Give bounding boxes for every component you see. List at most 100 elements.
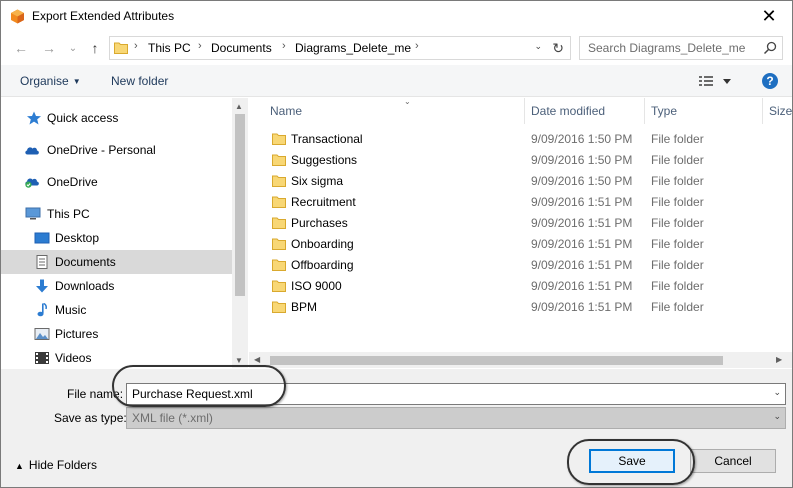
caret-down-icon: ▼ (72, 77, 81, 86)
search-input[interactable] (580, 37, 760, 59)
column-header-name[interactable]: ⌄ Name (264, 98, 525, 124)
view-options-icon[interactable] (698, 73, 738, 91)
nav-item-downloads[interactable]: Downloads (1, 274, 232, 298)
caret-up-icon: ▲ (15, 461, 24, 471)
scroll-left-icon[interactable]: ◀ (254, 355, 260, 364)
breadcrumb-separator: › (415, 40, 419, 52)
search-icon[interactable] (763, 41, 777, 55)
file-type: File folder (651, 237, 704, 251)
nav-item-onedrive[interactable]: OneDrive (1, 170, 232, 194)
help-button[interactable]: ? (762, 73, 778, 89)
file-row[interactable]: BPM 9/09/2016 1:51 PM File folder (249, 297, 792, 318)
file-name-label: File name: (67, 387, 124, 401)
back-arrow-icon: ← (14, 40, 28, 56)
cube-icon (11, 9, 24, 24)
file-row[interactable]: Suggestions 9/09/2016 1:50 PM File folder (249, 150, 792, 171)
file-name: Suggestions (291, 153, 358, 167)
file-row[interactable]: Onboarding 9/09/2016 1:51 PM File folder (249, 234, 792, 255)
up-button[interactable]: ↑ (85, 38, 105, 58)
folder-icon (272, 259, 286, 271)
column-header-size[interactable]: Size (763, 98, 792, 124)
music-icon (37, 303, 47, 317)
chevron-down-icon[interactable]: ⌄ (773, 411, 781, 422)
column-header-date[interactable]: Date modified (525, 98, 645, 124)
scrollbar-thumb[interactable] (235, 114, 245, 296)
nav-item-music[interactable]: Music (1, 298, 232, 322)
nav-item-videos[interactable]: Videos (1, 346, 232, 368)
nav-item-onedrive-personal[interactable]: OneDrive - Personal (1, 138, 232, 162)
address-bar[interactable]: › This PC › Documents › Diagrams_Delete_… (109, 36, 571, 60)
forward-arrow-icon: → (42, 40, 56, 56)
address-dropdown-icon[interactable]: ⌄ (534, 41, 542, 52)
organise-button[interactable]: Organise ▼ (20, 74, 81, 88)
scroll-down-icon[interactable]: ▼ (235, 356, 243, 365)
close-button[interactable]: ✕ (746, 1, 792, 32)
nav-item-quick-access[interactable]: Quick access (1, 106, 232, 130)
save-as-type-label: Save as type: (54, 411, 127, 425)
file-row[interactable]: ISO 9000 9/09/2016 1:51 PM File folder (249, 276, 792, 297)
back-button[interactable]: ← (11, 38, 31, 58)
nav-item-label: Quick access (47, 111, 119, 125)
download-icon (36, 279, 48, 293)
save-button[interactable]: Save (589, 449, 675, 473)
file-name-combo: ⌄ (126, 383, 786, 405)
breadcrumb-documents[interactable]: Documents (211, 41, 272, 55)
close-icon: ✕ (761, 6, 777, 26)
scrollbar-thumb[interactable] (270, 356, 723, 365)
breadcrumb-diagrams-delete-me[interactable]: Diagrams_Delete_me (295, 41, 411, 55)
organise-label: Organise (20, 74, 69, 88)
nav-item-documents[interactable]: Documents (1, 250, 232, 274)
hide-folders-label: Hide Folders (28, 458, 97, 472)
folder-icon (272, 154, 286, 166)
file-row[interactable]: Offboarding 9/09/2016 1:51 PM File folder (249, 255, 792, 276)
file-row[interactable]: Transactional 9/09/2016 1:50 PM File folde… (249, 129, 792, 150)
cancel-button[interactable]: Cancel (690, 449, 776, 473)
file-date: 9/09/2016 1:50 PM (531, 174, 633, 188)
hide-folders-button[interactable]: ▲ Hide Folders (15, 458, 97, 472)
file-name: Recruitment (291, 195, 356, 209)
nav-pane-scrollbar[interactable]: ▲ ▼ (232, 98, 248, 368)
file-row[interactable]: Purchases 9/09/2016 1:51 PM File folder (249, 213, 792, 234)
breadcrumb-this-pc[interactable]: This PC (148, 41, 191, 55)
save-dialog: Export Extended Attributes ✕ ← → ⌄ ↑ › T… (0, 0, 793, 488)
file-date: 9/09/2016 1:51 PM (531, 300, 633, 314)
folder-icon (114, 42, 128, 54)
breadcrumb-separator: › (134, 40, 138, 52)
refresh-icon[interactable]: ↻ (552, 40, 564, 57)
file-list-h-scrollbar[interactable]: ◀ ▶ (249, 352, 792, 368)
forward-button[interactable]: → (39, 38, 59, 58)
file-list: ⌄ Name Date modified Type Size Transacti… (249, 98, 792, 368)
chevron-down-icon[interactable]: ⌄ (773, 387, 781, 398)
file-date: 9/09/2016 1:51 PM (531, 258, 633, 272)
scroll-up-icon[interactable]: ▲ (235, 102, 243, 111)
window-title: Export Extended Attributes (32, 9, 175, 23)
nav-item-label: Desktop (55, 231, 100, 245)
nav-item-label: OneDrive (47, 175, 98, 189)
folder-icon (272, 133, 286, 145)
file-date: 9/09/2016 1:51 PM (531, 195, 633, 209)
nav-item-desktop[interactable]: Desktop (1, 226, 232, 250)
save-as-type-select[interactable]: XML file (*.xml) ⌄ (126, 407, 786, 429)
file-name-input[interactable] (127, 384, 757, 404)
nav-item-this-pc[interactable]: This PC (1, 202, 232, 226)
file-name: Onboarding (291, 237, 354, 251)
videos-icon (35, 352, 49, 364)
file-type: File folder (651, 216, 704, 230)
navigation-pane: Quick access OneDrive - Personal OneDriv… (1, 98, 248, 368)
nav-item-label: Videos (55, 351, 92, 365)
title-bar: Export Extended Attributes ✕ (1, 1, 792, 32)
scroll-right-icon[interactable]: ▶ (776, 355, 782, 364)
save-form: File name: ⌄ Save as type: XML file (*.x… (1, 369, 792, 487)
file-type: File folder (651, 258, 704, 272)
nav-item-pictures[interactable]: Pictures (1, 322, 232, 346)
recent-locations-button[interactable]: ⌄ (63, 38, 83, 58)
file-row[interactable]: Six sigma 9/09/2016 1:50 PM File folder (249, 171, 792, 192)
search-box (579, 36, 783, 60)
command-bar: Organise ▼ New folder ? (1, 65, 792, 97)
folder-icon (272, 238, 286, 250)
new-folder-button[interactable]: New folder (111, 74, 168, 88)
folder-icon (272, 301, 286, 313)
column-header-type[interactable]: Type (645, 98, 763, 124)
documents-icon (36, 255, 48, 269)
file-row[interactable]: Recruitment 9/09/2016 1:51 PM File folder (249, 192, 792, 213)
